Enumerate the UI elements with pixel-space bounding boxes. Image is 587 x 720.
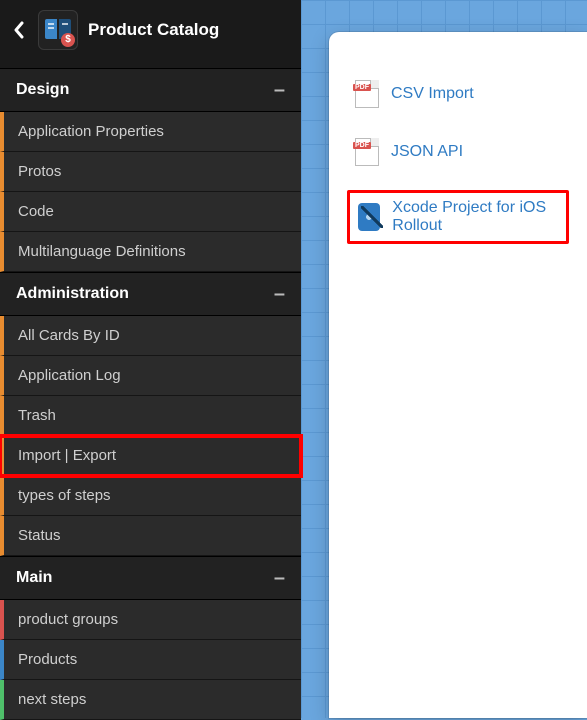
sidebar-item-all-cards-by-id[interactable]: All Cards By ID	[0, 316, 301, 356]
sidebar-item-label: next steps	[18, 691, 86, 708]
sidebar-item-label: Trash	[18, 407, 56, 424]
sidebar-item-product-groups[interactable]: product groups	[0, 600, 301, 640]
pdf-icon	[355, 80, 379, 108]
collapse-icon: –	[274, 289, 285, 299]
sidebar-item-label: Status	[18, 527, 61, 544]
sidebar-item-label: Application Properties	[18, 123, 164, 140]
sidebar-item-types-of-steps[interactable]: types of steps	[0, 476, 301, 516]
section-header-design[interactable]: Design –	[0, 68, 301, 112]
panel-item-label: Xcode Project for iOS Rollout	[392, 199, 558, 235]
sidebar-item-next-steps[interactable]: next steps	[0, 680, 301, 720]
sidebar-item-label: types of steps	[18, 487, 111, 504]
sidebar-item-label: All Cards By ID	[18, 327, 120, 344]
sidebar-item-trash[interactable]: Trash	[0, 396, 301, 436]
collapse-icon: –	[274, 573, 285, 583]
collapse-icon: –	[274, 85, 285, 95]
section-header-administration[interactable]: Administration –	[0, 272, 301, 316]
panel-item-label: CSV Import	[391, 85, 474, 103]
panel-item-label: JSON API	[391, 143, 463, 161]
sidebar-item-label: Code	[18, 203, 54, 220]
xcode-icon	[358, 203, 380, 231]
sidebar-item-label: product groups	[18, 611, 118, 628]
sidebar-item-multilanguage-definitions[interactable]: Multilanguage Definitions	[0, 232, 301, 272]
app-title: Product Catalog	[88, 20, 219, 40]
sidebar-header: $ Product Catalog	[0, 0, 301, 68]
app-icon[interactable]: $	[38, 10, 78, 50]
sidebar-item-application-properties[interactable]: Application Properties	[0, 112, 301, 152]
catalog-book-icon: $	[45, 17, 71, 43]
sidebar-item-protos[interactable]: Protos	[0, 152, 301, 192]
sidebar-item-application-log[interactable]: Application Log	[0, 356, 301, 396]
sidebar: $ Product Catalog Design – Application P…	[0, 0, 301, 718]
sidebar-item-code[interactable]: Code	[0, 192, 301, 232]
panel-item-xcode-project[interactable]: Xcode Project for iOS Rollout	[347, 190, 569, 244]
sidebar-item-label: Import | Export	[18, 447, 116, 464]
section-header-main[interactable]: Main –	[0, 556, 301, 600]
sidebar-item-label: Protos	[18, 163, 61, 180]
sidebar-item-import-export[interactable]: Import | Export	[0, 436, 301, 476]
workspace: CSV Import JSON API Xcode Project for iO…	[301, 0, 587, 718]
back-button[interactable]	[10, 18, 28, 42]
sidebar-item-products[interactable]: Products	[0, 640, 301, 680]
pdf-icon	[355, 138, 379, 166]
content-panel: CSV Import JSON API Xcode Project for iO…	[329, 32, 587, 718]
section-title: Administration	[16, 285, 129, 303]
panel-item-json-api[interactable]: JSON API	[347, 132, 569, 172]
sidebar-item-label: Multilanguage Definitions	[18, 243, 186, 260]
sidebar-item-label: Application Log	[18, 367, 121, 384]
sidebar-item-status[interactable]: Status	[0, 516, 301, 556]
panel-item-csv-import[interactable]: CSV Import	[347, 74, 569, 114]
sidebar-item-label: Products	[18, 651, 77, 668]
section-title: Design	[16, 81, 69, 99]
section-title: Main	[16, 569, 52, 587]
